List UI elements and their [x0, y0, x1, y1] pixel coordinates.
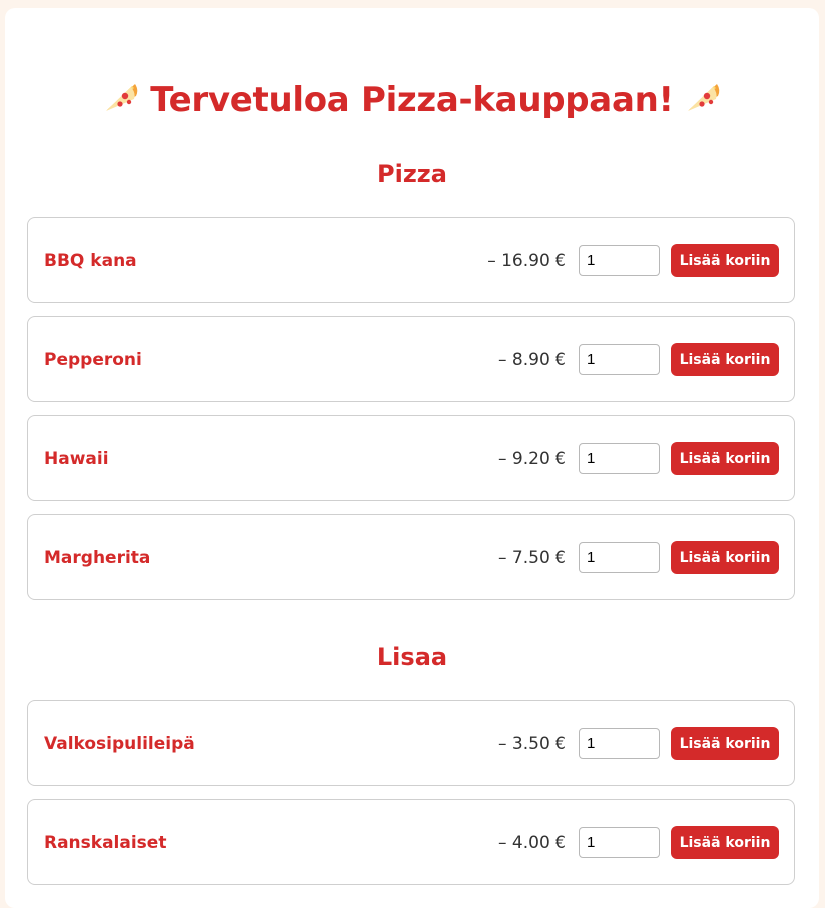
- menu-item: Pepperoni – 8.90 € Lisää koriin: [27, 316, 795, 402]
- menu-item: Hawaii – 9.20 € Lisää koriin: [27, 415, 795, 501]
- quantity-input[interactable]: [579, 827, 660, 858]
- pizza-slice-icon: [105, 84, 138, 111]
- menu-item: Valkosipulileipä – 3.50 € Lisää koriin: [27, 700, 795, 786]
- quantity-input[interactable]: [579, 245, 660, 276]
- section-title-pizza: Pizza: [377, 160, 447, 188]
- item-price: – 7.50 €: [498, 548, 566, 568]
- add-to-cart-button[interactable]: Lisää koriin: [671, 442, 779, 475]
- item-price: – 4.00 €: [498, 833, 566, 853]
- add-to-cart-button[interactable]: Lisää koriin: [671, 541, 779, 574]
- item-price: – 8.90 €: [498, 350, 566, 370]
- item-price: – 3.50 €: [498, 734, 566, 754]
- quantity-input[interactable]: [579, 542, 660, 573]
- item-name: Ranskalaiset: [44, 833, 167, 853]
- page-title-text: Tervetuloa Pizza-kauppaan!: [150, 80, 674, 120]
- add-to-cart-button[interactable]: Lisää koriin: [671, 727, 779, 760]
- item-name: Valkosipulileipä: [44, 734, 195, 754]
- menu-item: Ranskalaiset – 4.00 € Lisää koriin: [27, 799, 795, 885]
- menu-item: BBQ kana – 16.90 € Lisää koriin: [27, 217, 795, 303]
- item-name: BBQ kana: [44, 251, 137, 271]
- item-price: – 9.20 €: [498, 449, 566, 469]
- add-to-cart-button[interactable]: Lisää koriin: [671, 244, 779, 277]
- pizza-slice-icon: [688, 84, 720, 111]
- quantity-input[interactable]: [579, 728, 660, 759]
- item-name: Pepperoni: [44, 350, 142, 370]
- item-name: Margherita: [44, 548, 151, 568]
- add-to-cart-button[interactable]: Lisää koriin: [671, 826, 779, 859]
- menu-item: Margherita – 7.50 € Lisää koriin: [27, 514, 795, 600]
- item-price: – 16.90 €: [487, 251, 566, 271]
- section-title-lisaa: Lisaa: [376, 643, 448, 671]
- item-name: Hawaii: [44, 449, 109, 469]
- page-title: Tervetuloa Pizza-kauppaan!: [5, 76, 819, 124]
- main-card: Tervetuloa Pizza-kauppaan! Pizza BBQ kan…: [5, 8, 819, 908]
- add-to-cart-button[interactable]: Lisää koriin: [671, 343, 779, 376]
- quantity-input[interactable]: [579, 443, 660, 474]
- quantity-input[interactable]: [579, 344, 660, 375]
